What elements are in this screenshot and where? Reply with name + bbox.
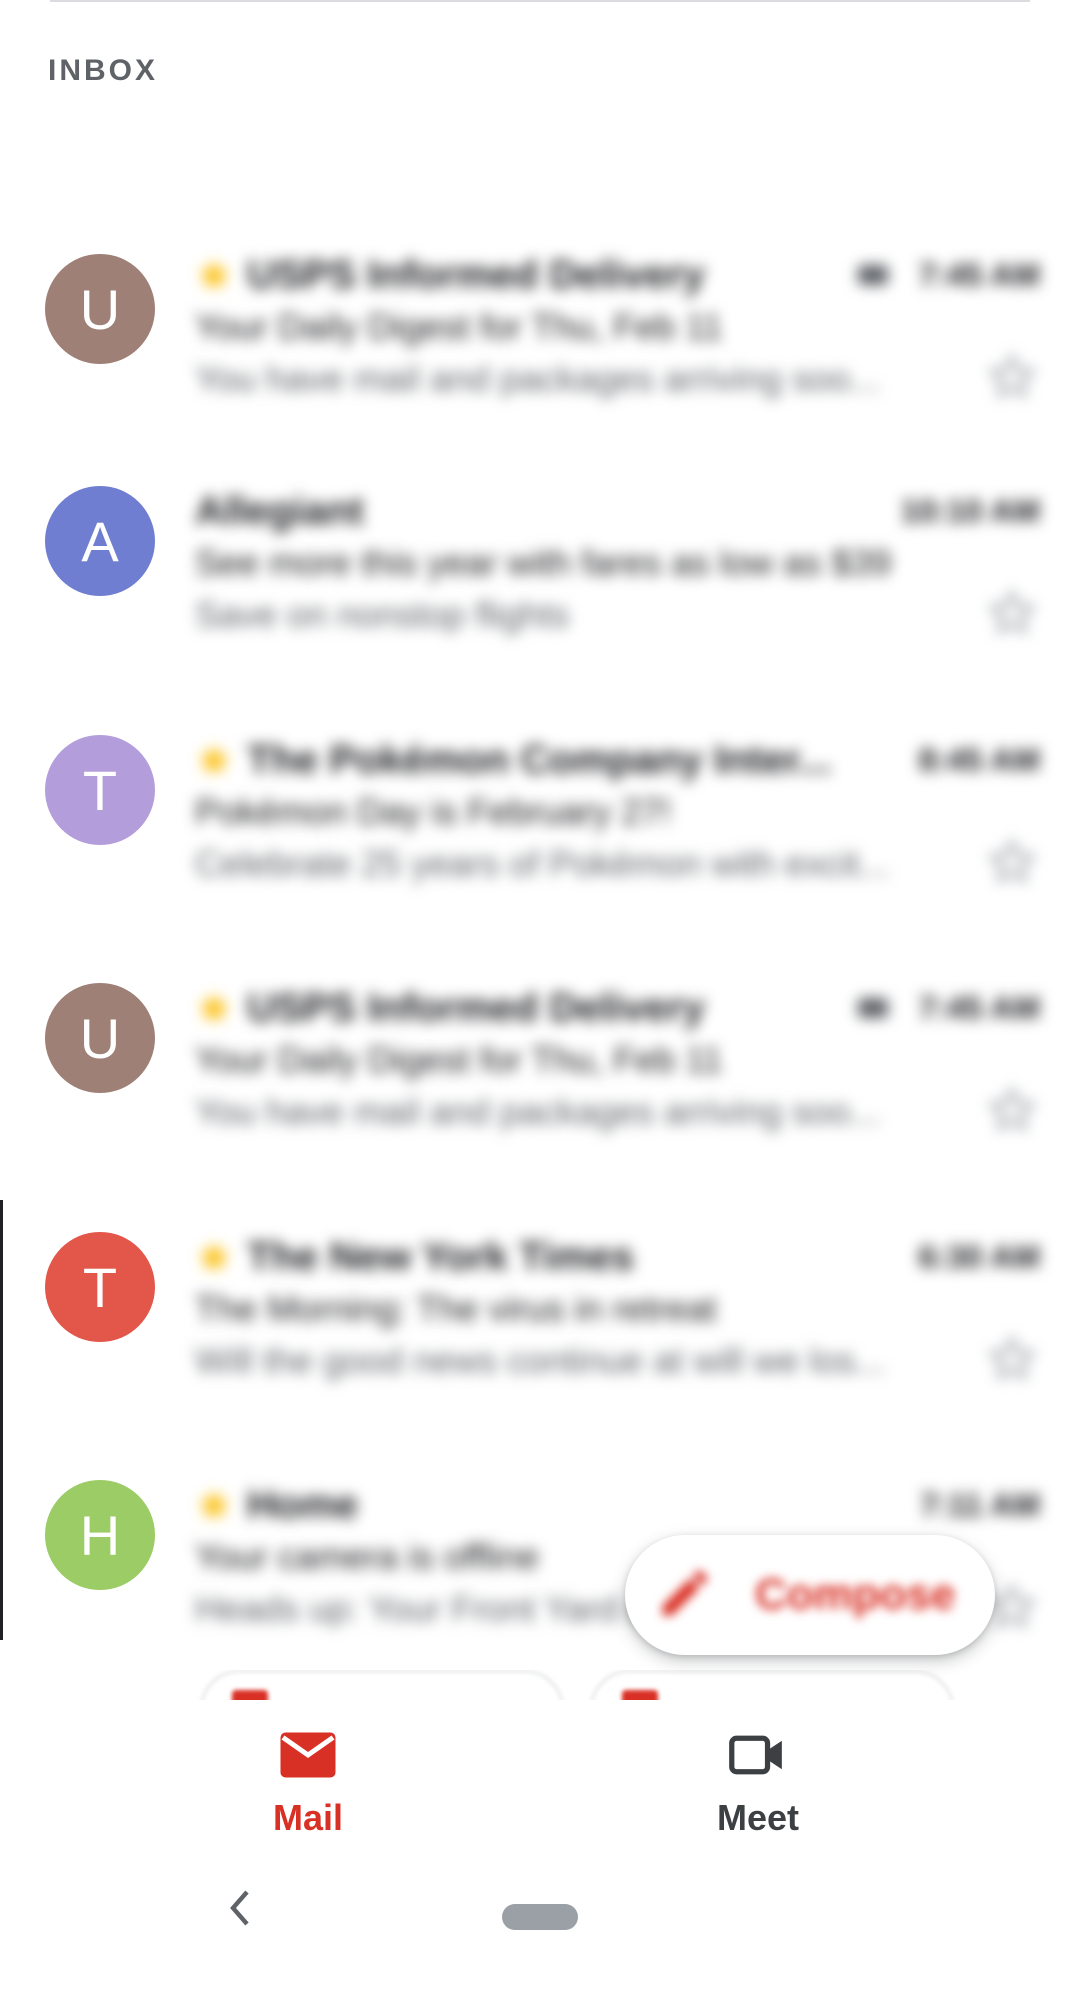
file-icon	[232, 1690, 268, 1700]
sender-name: The Pokémon Company Inter...	[247, 737, 832, 782]
sender-name: The New York Times	[247, 1234, 634, 1279]
email-time: 7:11 AM	[920, 1486, 1040, 1523]
email-row[interactable]: U USPS Informed Delivery 7:45 AM Your Da…	[0, 250, 1080, 450]
search-bar-edge	[50, 0, 1030, 2]
sender-name: USPS Informed Delivery	[247, 252, 705, 297]
nav-label-mail: Mail	[272, 1797, 343, 1838]
attachment-icon	[858, 998, 889, 1018]
email-row[interactable]: A Allegiant 10:10 AM See more this year …	[0, 486, 1080, 686]
mail-icon	[278, 1730, 338, 1785]
email-time: 8:45 AM	[918, 741, 1040, 778]
email-subject: Your Daily Digest for Thu, Feb 11	[195, 1039, 723, 1080]
email-row[interactable]: U USPS Informed Delivery 7:45 AM Your Da…	[0, 983, 1080, 1183]
bottom-navigation: Mail Meet	[0, 1700, 1080, 1850]
sender-name: USPS Informed Delivery	[247, 985, 705, 1030]
attachment-icon	[858, 265, 889, 285]
email-snippet: Save on nonstop flights	[195, 594, 570, 635]
email-subject: Pokémon Day is February 27!	[195, 791, 672, 832]
star-icon[interactable]	[984, 1083, 1040, 1139]
avatar-letter: H	[79, 1503, 121, 1567]
sender-avatar[interactable]: H	[45, 1480, 155, 1590]
sender-name: Home	[247, 1482, 359, 1527]
email-time: 10:10 AM	[900, 492, 1040, 529]
star-icon[interactable]	[984, 350, 1040, 406]
email-snippet: Celebrate 25 years of Pokémon with excit…	[195, 843, 890, 884]
attachment-chips-row	[0, 1670, 1080, 1700]
attachment-chip[interactable]	[590, 1670, 954, 1700]
email-subject: Your Daily Digest for Thu, Feb 11	[195, 306, 723, 347]
email-snippet: Will the good news continue at will we l…	[195, 1340, 886, 1381]
nav-label-meet: Meet	[716, 1797, 800, 1838]
important-marker-icon	[195, 1238, 233, 1276]
avatar-letter: T	[82, 758, 118, 822]
email-snippet: You have mail and packages arriving soo.…	[195, 1091, 881, 1132]
email-row[interactable]: T The Pokémon Company Inter... 8:45 AM P…	[0, 735, 1080, 935]
video-camera-icon	[727, 1730, 789, 1785]
sender-avatar[interactable]: U	[45, 254, 155, 364]
avatar-letter: A	[81, 509, 119, 573]
pencil-icon	[655, 1563, 715, 1628]
sender-name: Allegiant	[195, 488, 364, 533]
important-marker-icon	[195, 1486, 233, 1524]
compose-label: Compose	[755, 1570, 956, 1619]
compose-button[interactable]: Compose	[625, 1535, 995, 1655]
avatar-letter: U	[79, 1006, 121, 1070]
important-marker-icon	[195, 989, 233, 1027]
system-navigation-bar	[0, 1850, 1080, 2004]
email-row[interactable]: T The New York Times 6:30 AM The Morning…	[0, 1232, 1080, 1432]
sender-avatar[interactable]: A	[45, 486, 155, 596]
email-subject: The Morning: The virus in retreat	[195, 1288, 717, 1329]
home-pill-icon[interactable]	[502, 1904, 578, 1930]
important-marker-icon	[195, 741, 233, 779]
email-subject: See more this year with fares as low as …	[195, 542, 892, 583]
star-icon[interactable]	[984, 1332, 1040, 1388]
sender-avatar[interactable]: T	[45, 735, 155, 845]
email-time: 6:30 AM	[918, 1238, 1040, 1275]
back-chevron-icon[interactable]	[220, 1888, 260, 1928]
avatar-letter: U	[79, 277, 121, 341]
inbox-section-label: INBOX	[48, 54, 159, 87]
attachment-chip[interactable]	[200, 1670, 564, 1700]
star-icon[interactable]	[984, 835, 1040, 891]
sender-avatar[interactable]: U	[45, 983, 155, 1093]
star-icon[interactable]	[984, 586, 1040, 642]
email-time: 7:45 AM	[918, 256, 1040, 293]
sender-avatar[interactable]: T	[45, 1232, 155, 1342]
important-marker-icon	[195, 256, 233, 294]
avatar-letter: T	[82, 1255, 118, 1319]
gmail-inbox-screen: INBOX U USPS Informed Delivery 7:45 AM Y…	[0, 0, 1080, 2004]
nav-tab-meet[interactable]: Meet	[658, 1730, 858, 1839]
scroll-edge-indicator	[0, 1200, 3, 1640]
email-snippet: You have mail and packages arriving soo.…	[195, 358, 881, 399]
nav-tab-mail[interactable]: Mail	[208, 1730, 408, 1839]
file-icon	[622, 1690, 658, 1700]
email-time: 7:45 AM	[918, 989, 1040, 1026]
